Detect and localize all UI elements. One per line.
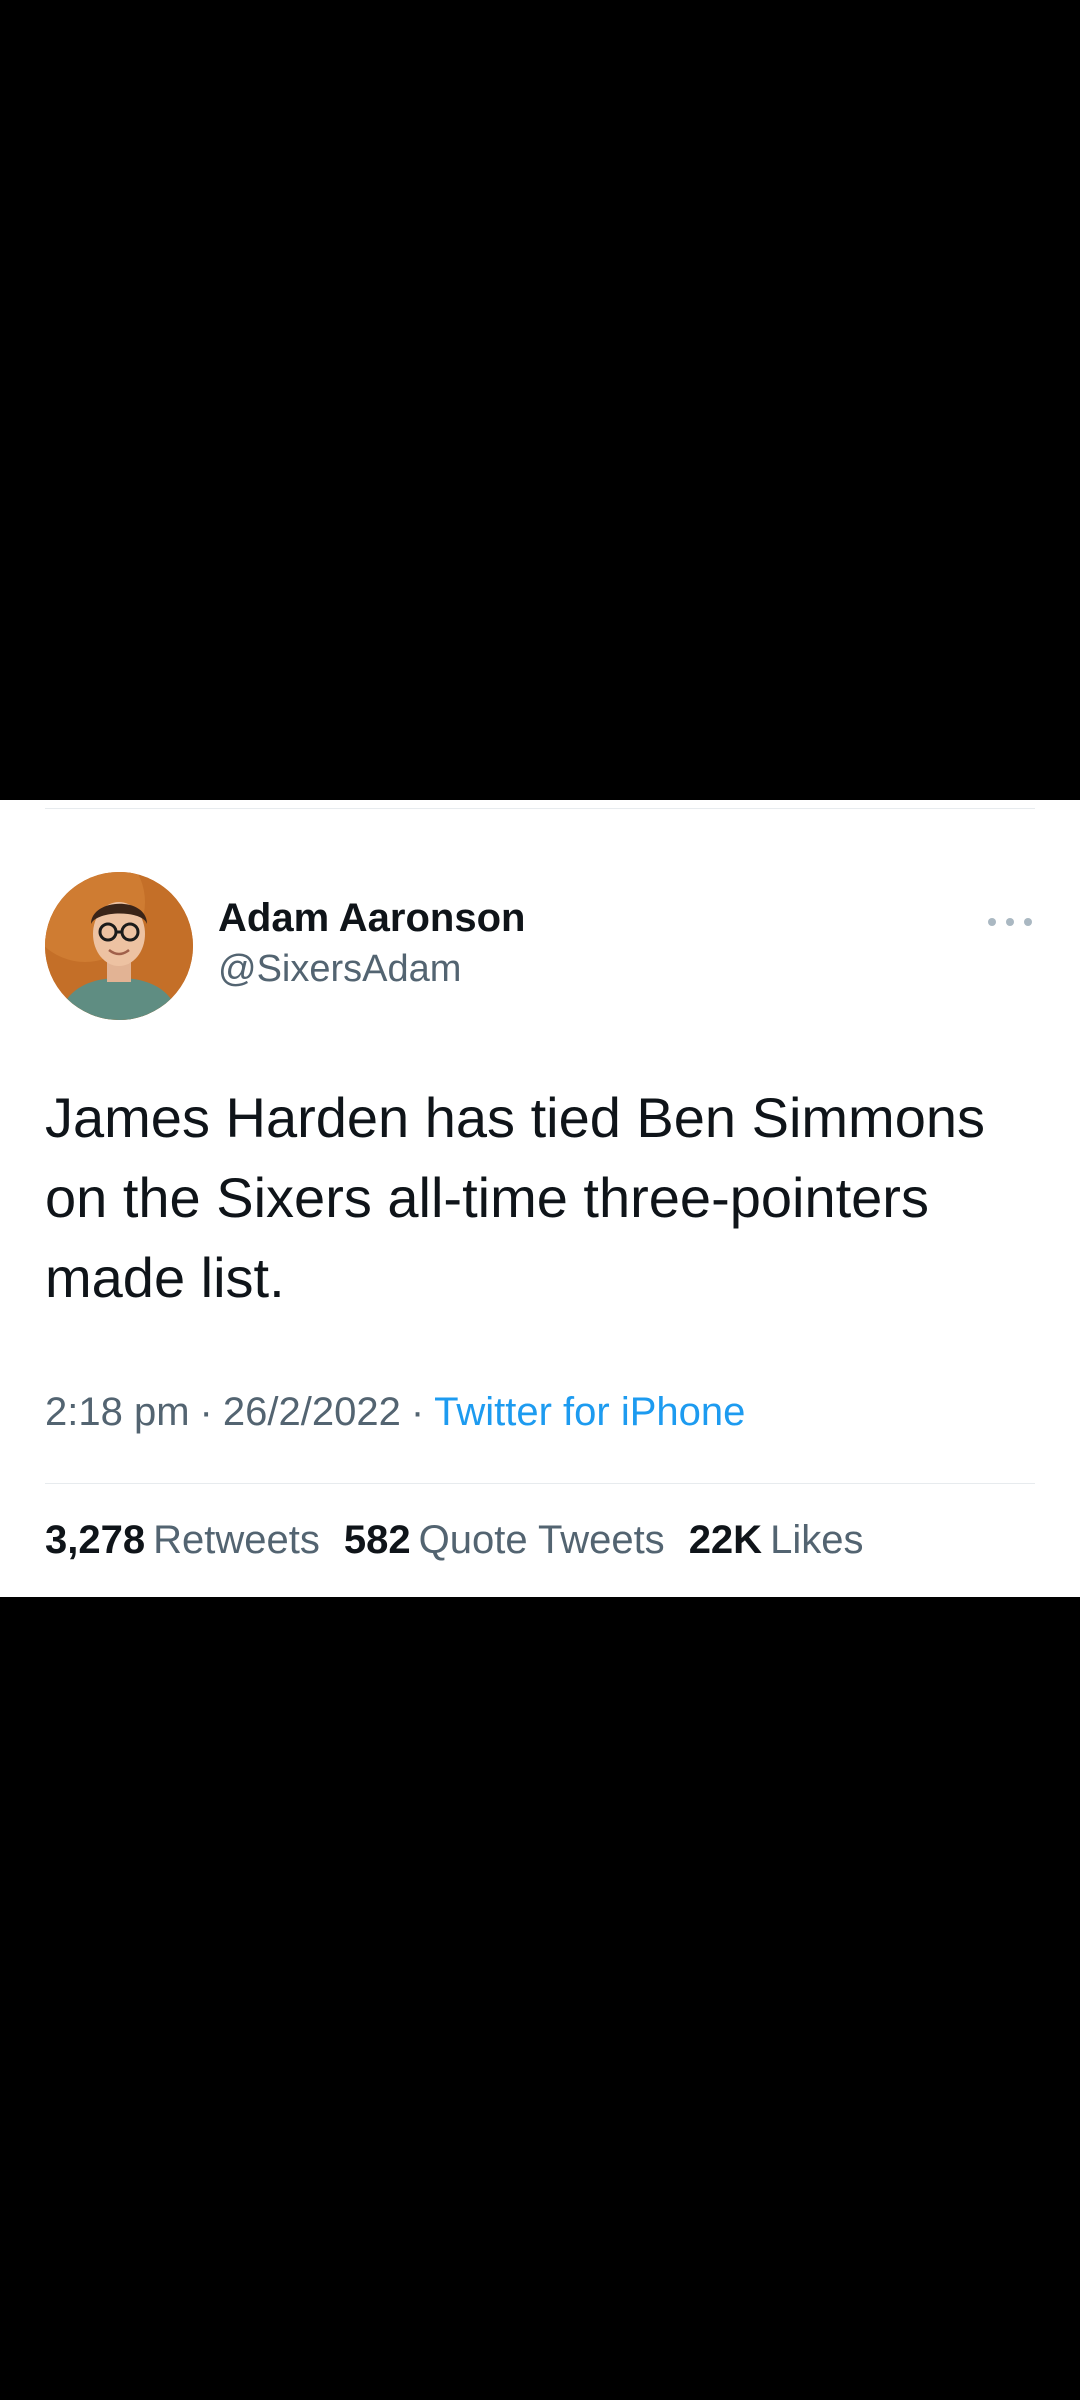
- stats-divider: [45, 1483, 1035, 1484]
- tweet-source-link[interactable]: Twitter for iPhone: [434, 1390, 745, 1434]
- author-handle[interactable]: @SixersAdam: [218, 948, 461, 991]
- likes-label: Likes: [770, 1518, 864, 1562]
- quote-tweets-label: Quote Tweets: [418, 1518, 665, 1562]
- quote-tweets-stat[interactable]: 582 Quote Tweets: [344, 1518, 665, 1562]
- meta-separator: ·: [199, 1390, 213, 1434]
- quote-tweets-count: 582: [343, 1518, 411, 1562]
- tweet-meta: 2:18 pm · 26/2/2022 · Twitter for iPhone: [45, 1390, 745, 1435]
- more-horizontal-icon[interactable]: [988, 910, 1032, 934]
- retweets-label: Retweets: [153, 1518, 320, 1562]
- tweet-text: James Harden has tied Ben Simmons on the…: [45, 1086, 985, 1309]
- tweet-stats: 3,278 Retweets 582 Quote Tweets 22K Likes: [45, 1518, 887, 1563]
- tweet-time[interactable]: 2:18 pm: [45, 1390, 190, 1434]
- author-display-name[interactable]: Adam Aaronson: [218, 896, 525, 941]
- retweets-stat[interactable]: 3,278 Retweets: [45, 1518, 320, 1562]
- tweet-card: Adam Aaronson @SixersAdam James Harden h…: [0, 800, 1080, 1597]
- likes-stat[interactable]: 22K Likes: [689, 1518, 864, 1562]
- top-divider: [45, 808, 1035, 809]
- avatar[interactable]: [45, 872, 193, 1020]
- retweets-count: 3,278: [45, 1518, 146, 1562]
- meta-separator: ·: [410, 1390, 425, 1434]
- tweet-date[interactable]: 26/2/2022: [223, 1390, 401, 1434]
- likes-count: 22K: [688, 1518, 763, 1562]
